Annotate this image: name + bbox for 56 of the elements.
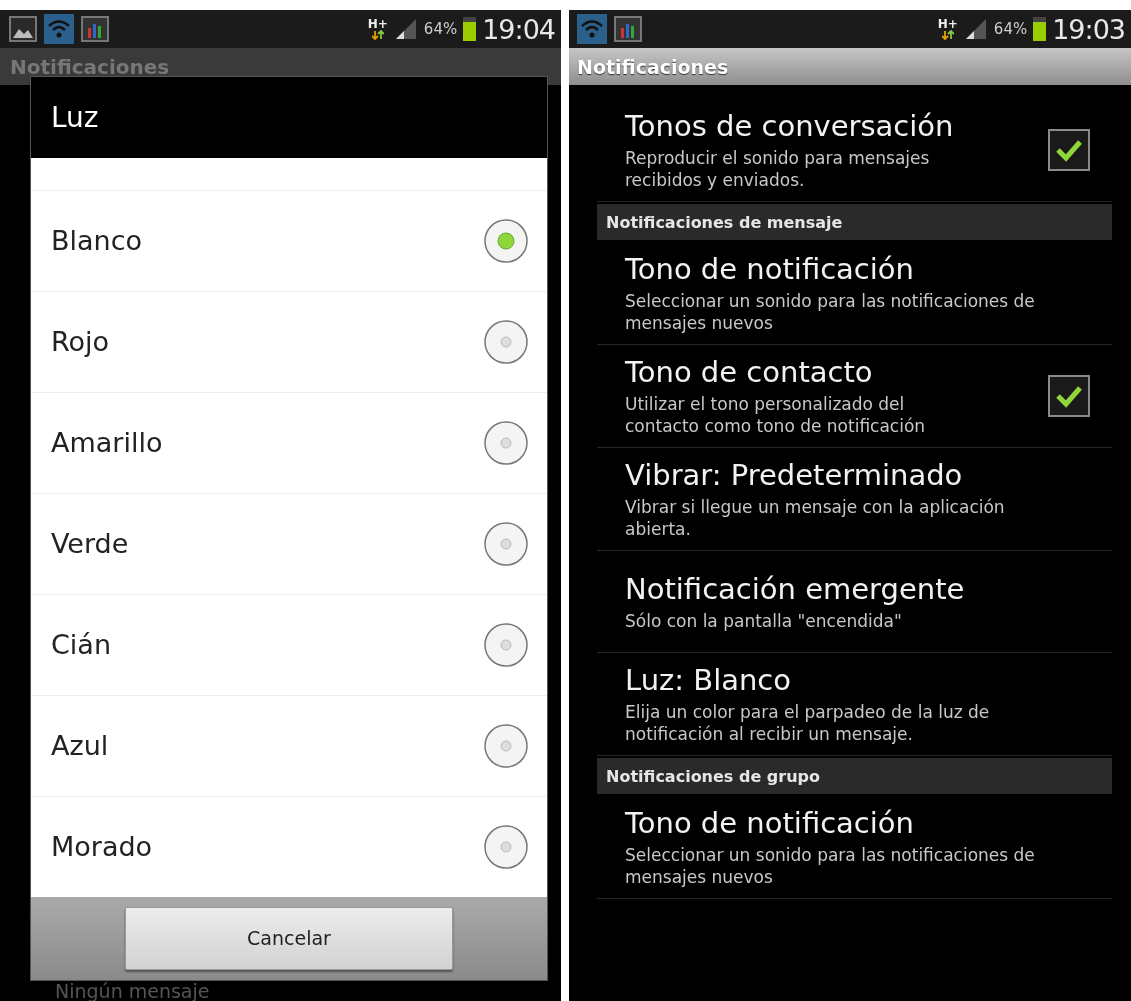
data-arrows-icon [371, 30, 384, 40]
battery-percent: 64% [993, 20, 1028, 38]
battery-percent: 64% [423, 20, 458, 38]
network-type-label: H+ [937, 18, 958, 30]
cancel-button[interactable]: Cancelar [125, 906, 453, 970]
settings-item[interactable]: Vibrar: Predeterminado Vibrar si llegue un mensaje con la aplicación abierta. [597, 448, 1112, 551]
settings-item[interactable]: Tono de contacto Utilizar el tono personalizado del contacto como tono de notificación [597, 345, 1112, 448]
radio-button[interactable] [483, 520, 529, 567]
screen-header: Notificaciones [569, 48, 1131, 85]
radio-option[interactable]: Cián [31, 593, 547, 695]
section-header: Notificaciones de mensaje [597, 204, 1112, 240]
section-header: Notificaciones de grupo [597, 758, 1112, 794]
radio-button[interactable] [483, 419, 529, 466]
radio-option[interactable]: Azul [31, 694, 547, 796]
item-summary: Utilizar el tono personalizado del contacto como tono de notificación [625, 393, 927, 437]
item-title: Luz: Blanco [625, 663, 793, 697]
radio-option[interactable]: Verde [31, 492, 547, 594]
item-summary: Vibrar si llegue un mensaje con la aplicación abierta. [625, 496, 1006, 540]
settings-item[interactable]: Notificación emergente Sólo con la pantalla "encendida" [597, 551, 1112, 653]
item-title: Vibrar: Predeterminado [625, 458, 964, 492]
item-title: Tono de contacto [625, 355, 874, 389]
clock-time: 19:04 [482, 13, 555, 45]
radio-option[interactable]: Amarillo [31, 391, 547, 493]
radio-button[interactable] [483, 318, 529, 365]
item-summary: Reproducir el sonido para mensajes recibidos y enviados. [625, 147, 931, 191]
item-summary: Seleccionar un sonido para las notificaciones de mensajes nuevos [625, 290, 1036, 334]
settings-item[interactable]: Tonos de conversación Reproducir el sonido para mensajes recibidos y enviados. [597, 99, 1112, 202]
item-title: Notificación emergente [625, 571, 966, 606]
item-title: Tono de notificación [625, 806, 915, 840]
battery-icon [1033, 17, 1047, 41]
checkbox[interactable] [1048, 375, 1090, 417]
radio-button[interactable] [483, 217, 529, 264]
image-icon [8, 14, 38, 44]
chart-icon [80, 14, 110, 44]
radio-button[interactable] [483, 722, 529, 769]
item-summary: Elija un color para el parpadeo de la luz de notificación al recibir un mensaje. [625, 701, 991, 745]
checkbox[interactable] [1048, 129, 1090, 171]
data-arrows-icon [941, 30, 954, 40]
settings-item[interactable]: Tono de notificación Seleccionar un sonido para las notificaciones de mensajes nuevos [597, 796, 1112, 899]
network-type-label: H+ [367, 18, 388, 30]
settings-item[interactable]: Luz: Blanco Elija un color para el parpadeo de la luz de notificación al recibir un mensaje. [597, 653, 1112, 756]
battery-icon [463, 17, 477, 41]
chart-icon [613, 14, 643, 44]
item-summary: Sólo con la pantalla "encendida" [625, 609, 903, 632]
radio-option[interactable]: Morado [31, 795, 547, 897]
item-summary: Seleccionar un sonido para las notificaciones de mensajes nuevos [625, 844, 1036, 888]
item-title: Tono de notificación [625, 252, 915, 286]
radio-option[interactable]: Rojo [31, 290, 547, 392]
clock-time: 19:03 [1052, 13, 1125, 45]
radio-option[interactable]: Blanco [31, 189, 547, 291]
wifi-icon [577, 14, 607, 44]
radio-button[interactable] [483, 621, 529, 668]
settings-item[interactable]: Tono de notificación Seleccionar un sonido para las notificaciones de mensajes nuevos [597, 242, 1112, 345]
radio-button[interactable] [483, 823, 529, 870]
wifi-icon [44, 14, 74, 44]
item-title: Tonos de conversación [625, 109, 955, 143]
